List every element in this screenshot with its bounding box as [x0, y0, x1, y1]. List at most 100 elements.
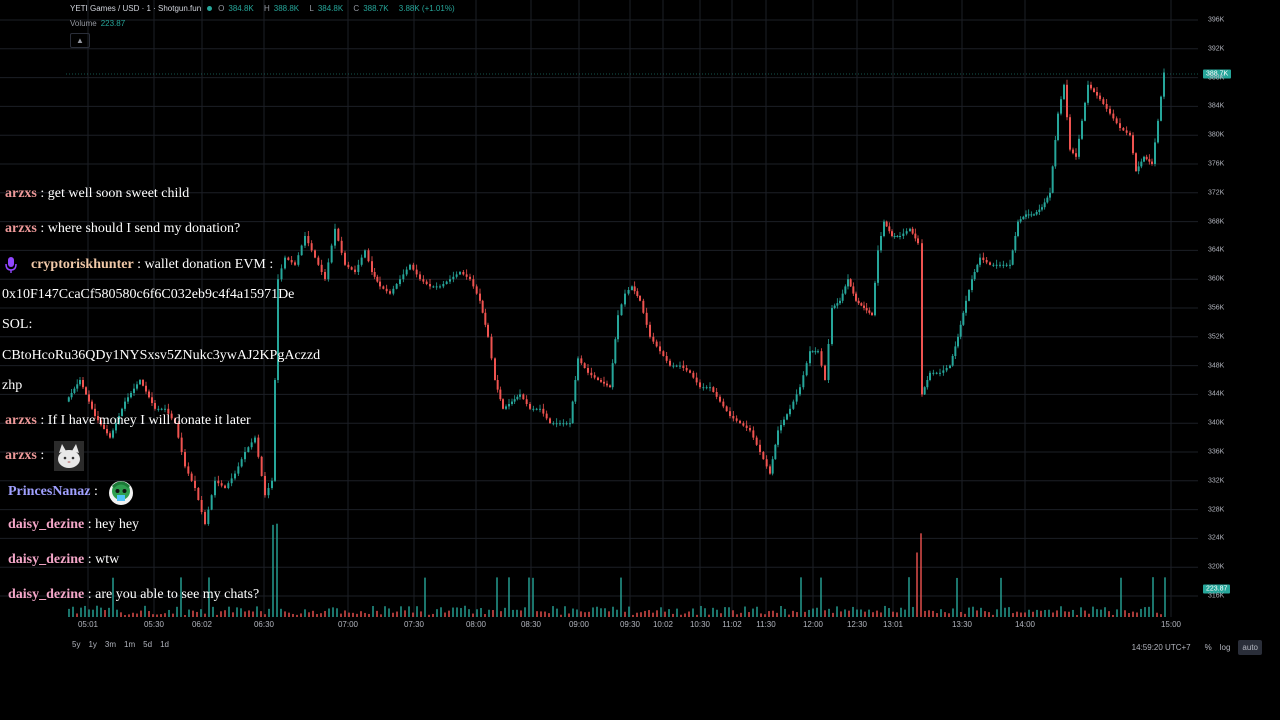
volume-bar: [800, 577, 802, 617]
candle-body: [487, 324, 489, 337]
volume-bar: [588, 611, 590, 617]
candle-body: [402, 274, 405, 280]
chat-message: arzxs : If I have money I will donate it…: [5, 413, 251, 428]
range-3m-button[interactable]: 3m: [105, 640, 116, 649]
candle-body: [976, 264, 979, 272]
volume-bar: [452, 607, 454, 617]
candle-body: [1143, 156, 1145, 162]
range-5d-button[interactable]: 5d: [143, 640, 152, 649]
volume-bar: [704, 608, 706, 617]
candle-body: [719, 396, 721, 402]
log-toggle[interactable]: log: [1220, 643, 1231, 652]
volume-bar: [632, 614, 634, 617]
price-tick-label: 360K: [1208, 275, 1225, 283]
candle-body: [847, 279, 849, 287]
range-5y-button[interactable]: 5y: [72, 640, 80, 649]
volume-bar: [940, 609, 942, 617]
candle-body: [499, 389, 502, 400]
volume-bar: [724, 607, 726, 617]
candle-body: [827, 344, 830, 380]
volume-bar: [900, 607, 902, 617]
range-1y-button[interactable]: 1y: [88, 640, 96, 649]
candle-body: [1137, 166, 1140, 172]
candle-body: [999, 264, 1001, 266]
candle-body: [841, 293, 844, 301]
clock-readout[interactable]: 14:59:20 UTC+7: [1132, 643, 1191, 652]
candle-body: [475, 286, 478, 294]
volume-bar: [488, 609, 490, 617]
candle-body: [702, 387, 705, 389]
price-tick-label: 356K: [1208, 304, 1225, 312]
candle-body: [494, 358, 496, 380]
auto-scale-toggle[interactable]: auto: [1238, 640, 1262, 655]
candle-body: [490, 336, 493, 359]
price-tick-label: 376K: [1208, 160, 1225, 168]
candle-body: [762, 452, 765, 460]
volume-bar: [712, 607, 714, 617]
candle-body: [633, 286, 636, 292]
candle-body: [722, 401, 725, 407]
price-tick-label: 332K: [1208, 477, 1225, 485]
candle-body: [549, 418, 551, 424]
price-tick-label: 340K: [1208, 419, 1225, 427]
chart-settings-bar: 14:59:20 UTC+7 % log auto: [1132, 640, 1262, 655]
time-tick-label: 09:30: [619, 620, 641, 629]
volume-bar: [1012, 613, 1014, 617]
candle-body: [1099, 95, 1101, 100]
candle-body: [1140, 161, 1143, 167]
volume-bar: [912, 606, 914, 617]
volume-bar: [492, 610, 494, 617]
volume-bar: [916, 552, 918, 617]
candle-body: [344, 252, 346, 265]
volume-bar: [1116, 609, 1118, 617]
volume-bar: [468, 609, 470, 617]
volume-bar: [884, 605, 886, 617]
volume-bar: [1032, 611, 1034, 617]
volume-bar: [780, 605, 782, 617]
candle-body: [695, 377, 698, 383]
volume-bar: [436, 609, 438, 617]
volume-bar: [1076, 614, 1078, 617]
volume-bar: [816, 607, 818, 617]
candle-body: [1119, 123, 1121, 128]
volume-bar: [604, 608, 606, 617]
candle-body: [522, 394, 525, 400]
candle-body: [559, 423, 561, 425]
volume-bar: [720, 613, 722, 617]
volume-bar: [796, 612, 798, 617]
candle-body: [511, 401, 513, 404]
candle-body: [759, 444, 761, 452]
candle-body: [1017, 221, 1019, 236]
candle-body: [971, 279, 973, 290]
volume-bar: [832, 612, 834, 617]
candle-body: [902, 233, 905, 236]
volume-bar: [380, 614, 382, 617]
range-1m-button[interactable]: 1m: [124, 640, 135, 649]
candle-body: [357, 264, 360, 272]
time-tick-label: 09:00: [568, 620, 590, 629]
candle-body: [689, 370, 691, 373]
volume-bar: [948, 613, 950, 617]
volume-bar: [692, 608, 694, 617]
volume-bar: [544, 611, 546, 617]
volume-bar: [504, 607, 506, 617]
candle-body: [1154, 142, 1156, 164]
volume-bar: [656, 610, 658, 617]
volume-bar: [972, 606, 974, 617]
candle-body: [951, 356, 954, 366]
percent-toggle[interactable]: %: [1205, 643, 1212, 652]
candle-body: [780, 425, 782, 431]
range-1d-button[interactable]: 1d: [160, 640, 169, 649]
volume-bar: [740, 612, 742, 617]
time-tick-label: 11:02: [722, 620, 742, 629]
candle-body: [1078, 138, 1080, 157]
candle-body: [542, 408, 545, 414]
candle-body: [590, 372, 593, 376]
candle-body: [1096, 92, 1098, 96]
volume-bar: [508, 577, 510, 617]
volume-bar: [1060, 606, 1062, 617]
candle-body: [583, 363, 586, 368]
candle-body: [569, 423, 571, 425]
candle-body: [597, 377, 599, 380]
candle-body: [752, 430, 755, 438]
